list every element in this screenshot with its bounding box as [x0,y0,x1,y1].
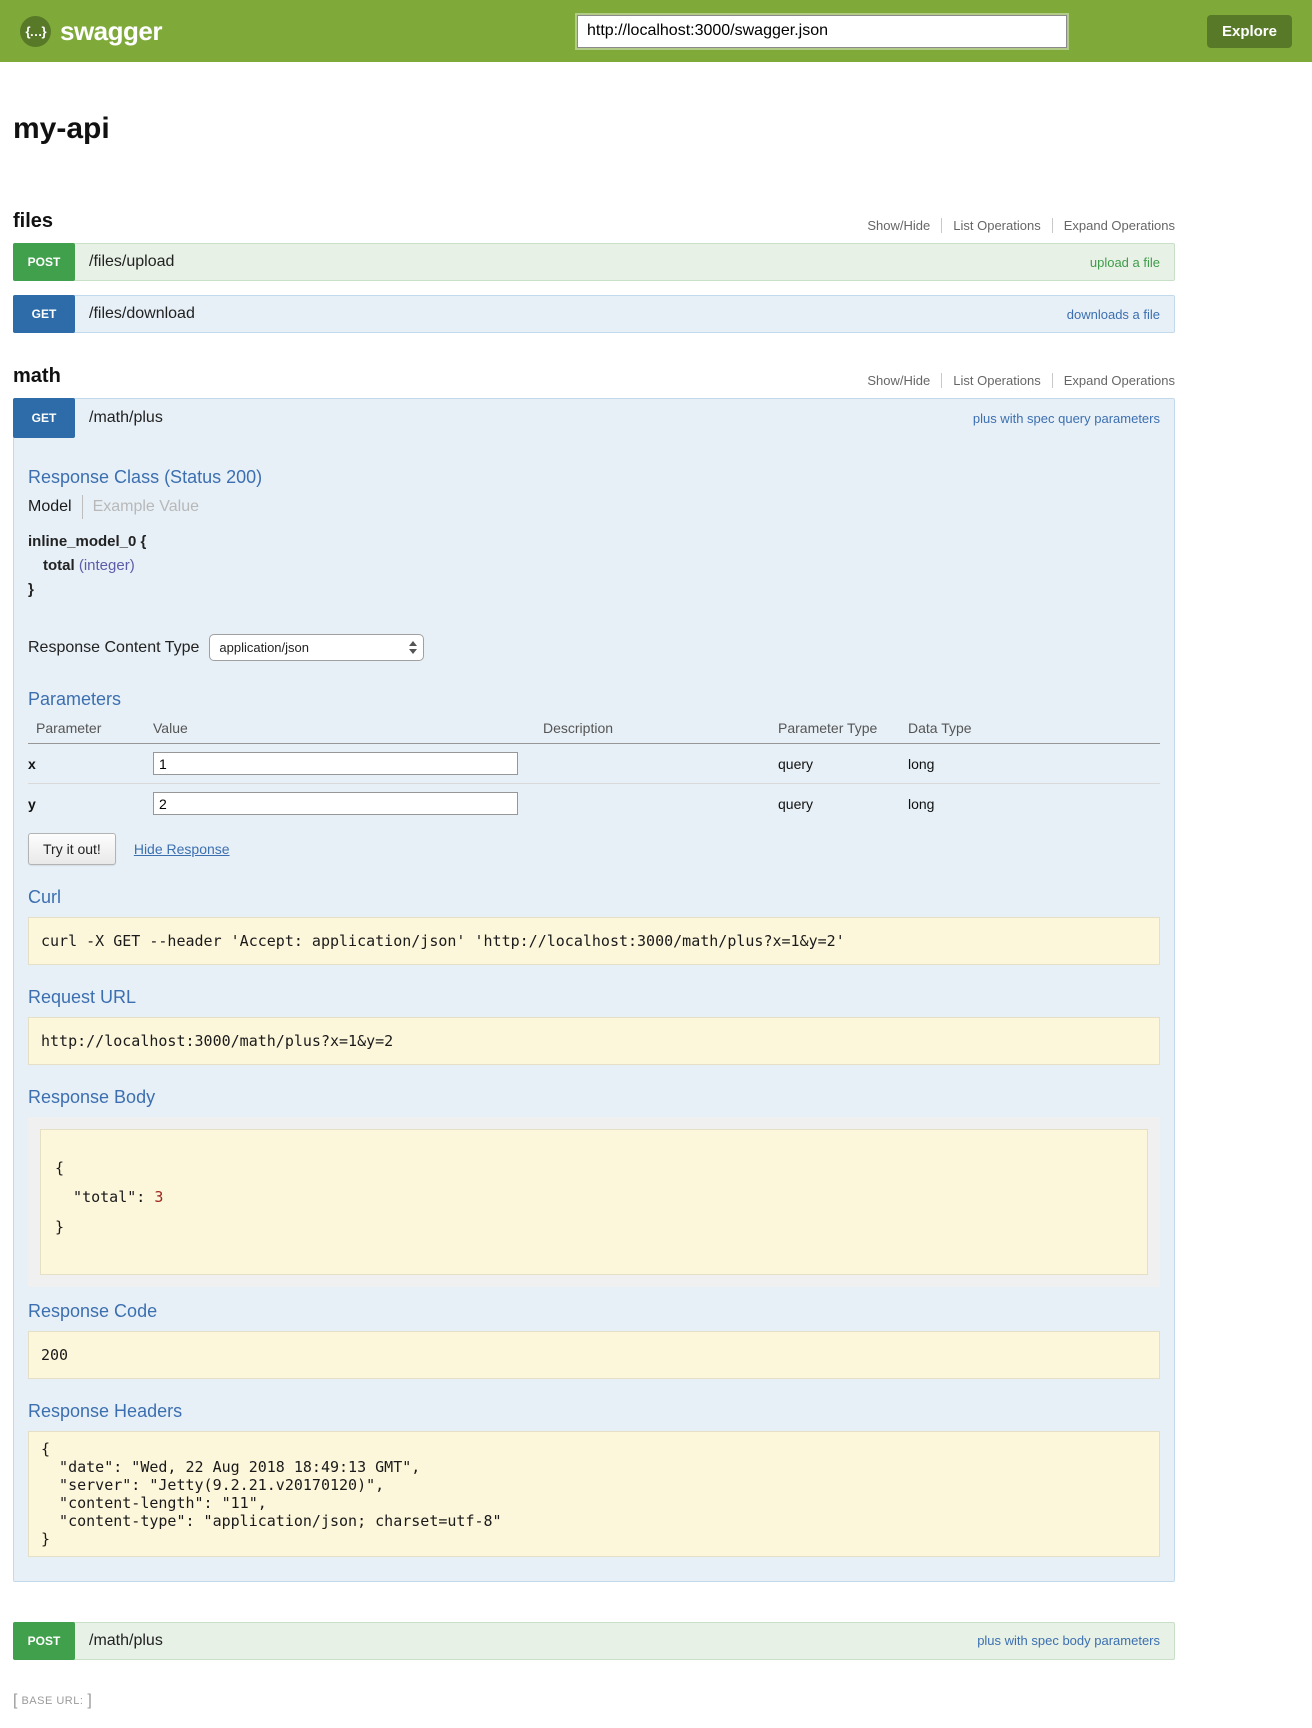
hide-response-link[interactable]: Hide Response [134,841,230,857]
param-data-type: long [908,744,1160,784]
operation-summary-link[interactable]: upload a file [1090,255,1174,270]
col-data-type: Data Type [908,716,1160,744]
expand-operations-link[interactable]: Expand Operations [1052,373,1175,388]
app-header: {…} swagger Explore [0,0,1312,62]
json-text: { "total": [55,1159,154,1206]
operation-heading[interactable]: GET /math/plus plus with spec query para… [14,399,1174,437]
spec-url-input[interactable] [577,15,1067,48]
curl-heading: Curl [28,887,1160,908]
select-arrows-icon [409,641,417,654]
operation-summary-link[interactable]: plus with spec body parameters [977,1633,1174,1648]
model-signature: inline_model_0 { total (integer) } [28,533,1160,598]
list-operations-link[interactable]: List Operations [941,373,1051,388]
try-row: Try it out! Hide Response [28,833,1160,865]
operation-get-files-download: GET /files/download downloads a file [13,295,1175,333]
operation-expanded-content: Response Class (Status 200) Model Exampl… [14,437,1174,1581]
model-property-name: total [43,557,75,574]
swagger-logo-icon: {…} [20,16,51,47]
response-content-type-label: Response Content Type [28,639,199,657]
response-body-container: { "total": 3 } [28,1117,1160,1287]
param-type: query [778,744,908,784]
page-title: my-api [13,112,1175,146]
param-description [543,744,778,784]
request-url-block: http://localhost:3000/math/plus?x=1&y=2 [28,1017,1160,1065]
table-row-x: x query long [28,744,1160,784]
method-badge-post: POST [13,1622,75,1660]
response-body-json: { "total": 3 } [40,1129,1148,1275]
response-body-heading: Response Body [28,1087,1160,1108]
section-math: math Show/Hide List Operations Expand Op… [13,365,1175,1660]
curl-command-block: curl -X GET --header 'Accept: applicatio… [28,917,1160,965]
json-number: 3 [154,1188,163,1206]
response-headers-heading: Response Headers [28,1401,1160,1422]
param-type: query [778,784,908,824]
model-property: total (integer) [28,557,1160,574]
param-name: x [28,744,153,784]
section-title-math: math [13,365,61,388]
parameters-heading: Parameters [28,689,1160,710]
model-open: inline_model_0 { [28,533,1160,550]
model-property-type: (integer) [79,557,135,574]
method-badge-get: GET [13,398,75,438]
response-code-heading: Response Code [28,1301,1160,1322]
col-parameter-type: Parameter Type [778,716,908,744]
swagger-logo[interactable]: {…} swagger [20,16,162,47]
operation-summary-link[interactable]: plus with spec query parameters [973,411,1174,426]
show-hide-link[interactable]: Show/Hide [856,218,941,233]
response-content-type-row: Response Content Type application/json [28,634,1160,661]
swagger-logo-text: swagger [60,16,162,47]
selected-option: application/json [219,640,409,655]
section-controls-files: Show/Hide List Operations Expand Operati… [856,218,1175,233]
operation-heading[interactable]: POST /math/plus plus with spec body para… [13,1622,1175,1660]
param-description [543,784,778,824]
param-x-input[interactable] [153,752,518,775]
operation-heading[interactable]: POST /files/upload upload a file [13,243,1175,281]
response-class-heading: Response Class (Status 200) [28,467,1160,488]
operation-post-files-upload: POST /files/upload upload a file [13,243,1175,281]
operation-path-link[interactable]: /files/upload [89,253,174,271]
operation-path-link[interactable]: /math/plus [89,409,163,427]
method-badge-post: POST [13,243,75,281]
col-description: Description [543,716,778,744]
bracket-close: ] [87,1692,91,1710]
response-code-block: 200 [28,1331,1160,1379]
parameters-table: Parameter Value Description Parameter Ty… [28,716,1160,823]
param-name: y [28,784,153,824]
show-hide-link[interactable]: Show/Hide [856,373,941,388]
response-content-type-select[interactable]: application/json [209,634,424,661]
request-url-heading: Request URL [28,987,1160,1008]
param-data-type: long [908,784,1160,824]
model-close: } [28,581,1160,598]
try-it-out-button[interactable]: Try it out! [28,833,116,865]
operation-heading[interactable]: GET /files/download downloads a file [13,295,1175,333]
base-url-footer: [ BASE URL: ] [13,1692,1175,1710]
method-badge-get: GET [13,295,75,333]
content-area: my-api files Show/Hide List Operations E… [13,112,1175,1710]
bracket-open: [ [13,1692,17,1710]
operation-path-link[interactable]: /math/plus [89,1632,163,1650]
expand-operations-link[interactable]: Expand Operations [1052,218,1175,233]
parameters-header-row: Parameter Value Description Parameter Ty… [28,716,1160,744]
operation-summary-link[interactable]: downloads a file [1067,307,1174,322]
section-controls-math: Show/Hide List Operations Expand Operati… [856,373,1175,388]
explore-button[interactable]: Explore [1207,15,1292,48]
base-url-label: BASE URL: [21,1695,83,1707]
section-files: files Show/Hide List Operations Expand O… [13,210,1175,333]
operation-path-link[interactable]: /files/download [89,305,195,323]
section-title-files: files [13,210,53,233]
operation-post-math-plus: POST /math/plus plus with spec body para… [13,1622,1175,1660]
list-operations-link[interactable]: List Operations [941,218,1051,233]
col-parameter: Parameter [28,716,153,744]
col-value: Value [153,716,543,744]
table-row-y: y query long [28,784,1160,824]
tab-model[interactable]: Model [28,498,82,516]
json-text: } [55,1218,64,1236]
operation-get-math-plus: GET /math/plus plus with spec query para… [13,398,1175,1582]
response-headers-block: { "date": "Wed, 22 Aug 2018 18:49:13 GMT… [28,1431,1160,1557]
model-tabs: Model Example Value [28,495,1160,519]
tab-example-value[interactable]: Example Value [83,498,199,516]
param-y-input[interactable] [153,792,518,815]
